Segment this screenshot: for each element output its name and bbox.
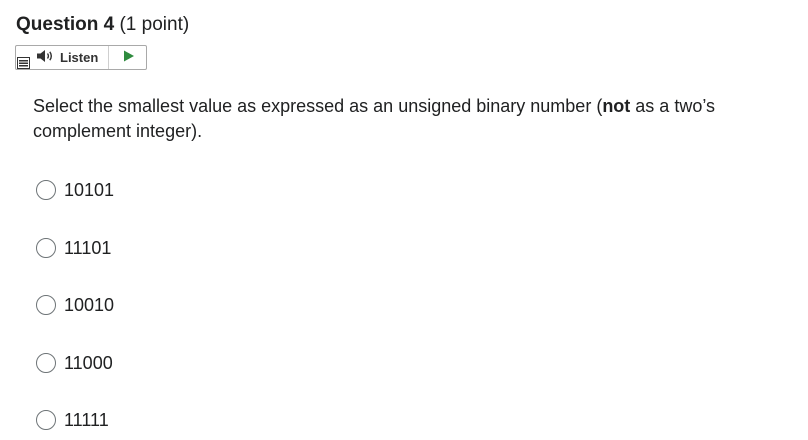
option-label: 10010 xyxy=(64,295,115,315)
option-label: 11000 xyxy=(64,353,113,373)
option-label: 11101 xyxy=(64,238,112,258)
radio-button[interactable] xyxy=(36,353,56,373)
question-header: Question 4 (1 point) xyxy=(16,13,189,37)
listen-button[interactable]: Listen xyxy=(36,48,98,68)
question-points: (1 point) xyxy=(119,14,190,35)
radio-button[interactable] xyxy=(36,180,56,200)
prompt-emphasis: not xyxy=(602,96,631,116)
menu-icon[interactable] xyxy=(17,56,30,69)
option-1[interactable]: 10101 xyxy=(36,178,114,202)
play-icon xyxy=(123,49,135,67)
speaker-icon xyxy=(36,49,56,68)
readspeaker-listen-widget: Listen xyxy=(15,45,147,70)
play-button[interactable] xyxy=(119,49,139,67)
radio-button[interactable] xyxy=(36,295,56,315)
listen-divider xyxy=(108,46,109,69)
option-label: 10101 xyxy=(64,180,115,200)
option-4[interactable]: 11000 xyxy=(36,351,113,375)
option-2[interactable]: 11101 xyxy=(36,236,111,260)
option-label: 11111 xyxy=(64,410,109,430)
prompt-text: Select the smallest value as expressed a… xyxy=(33,96,603,116)
listen-label: Listen xyxy=(60,50,99,65)
option-5[interactable]: 11111 xyxy=(36,408,109,432)
option-3[interactable]: 10010 xyxy=(36,293,114,317)
radio-button[interactable] xyxy=(36,410,56,430)
question-prompt: Select the smallest value as expressed a… xyxy=(33,94,773,144)
question-title: Question 4 xyxy=(16,14,115,35)
radio-button[interactable] xyxy=(36,238,56,258)
